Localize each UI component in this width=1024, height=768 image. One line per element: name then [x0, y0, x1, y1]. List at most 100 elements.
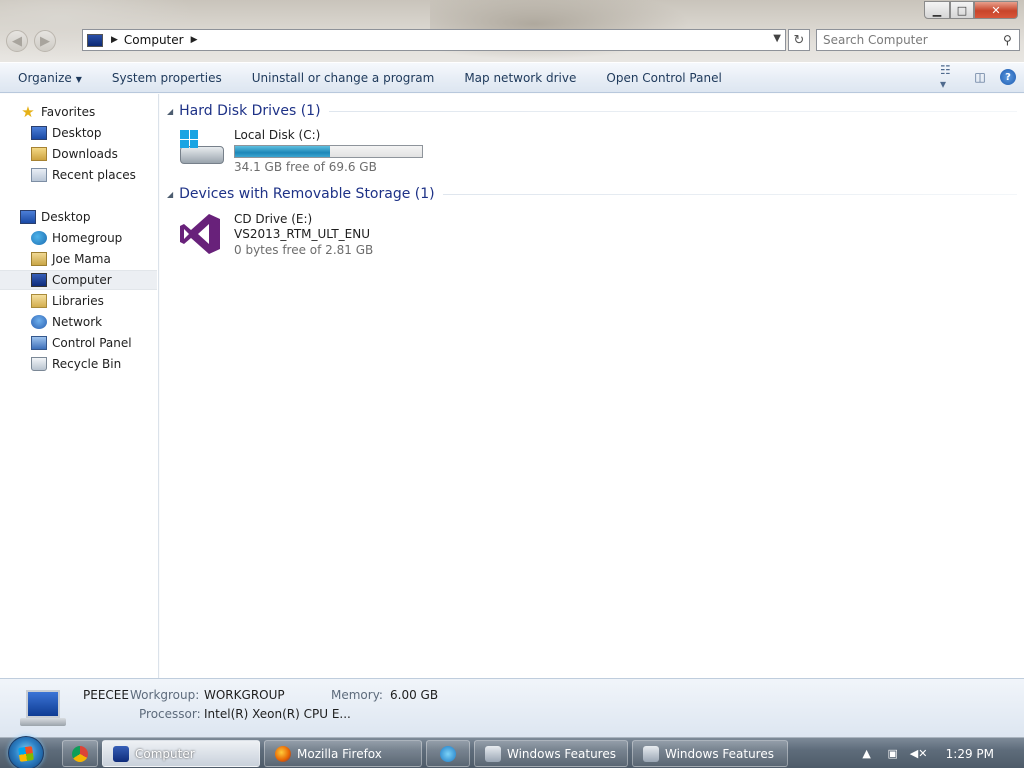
taskbar-item-label: Mozilla Firefox [297, 746, 382, 761]
change-view-icon[interactable]: ☷ ▾ [940, 63, 960, 91]
hard-drive-icon [178, 128, 226, 168]
window-titlebar: ▁ □ ✕ ◀ ▶ ▶ Computer ▶ ▼ ↻ ⚲ [0, 0, 1024, 62]
sidebar-item-label: Network [52, 315, 103, 329]
sidebar-item-label: Computer [52, 273, 112, 287]
sidebar-item-network[interactable]: Network [0, 312, 157, 332]
sidebar-item-user[interactable]: Joe Mama [0, 249, 157, 269]
drive-cd-e[interactable]: CD Drive (E:) VS2013_RTM_ULT_ENU 0 bytes… [178, 212, 373, 258]
open-control-panel-button[interactable]: Open Control Panel [606, 71, 721, 85]
close-button[interactable]: ✕ [974, 1, 1018, 19]
system-tray: ▲ ▣ ◀✕ 1:29 PM [854, 738, 1024, 768]
network-status-icon[interactable]: ▣ [885, 746, 901, 762]
refresh-icon: ↻ [793, 32, 805, 48]
organize-button[interactable]: Organize ▼ [18, 71, 82, 85]
sidebar-item-recent-places[interactable]: Recent places [0, 165, 157, 185]
taskbar-computer[interactable]: Computer [102, 740, 260, 767]
taskbar-item-label: Windows Features [507, 746, 616, 761]
sidebar-item-control-panel[interactable]: Control Panel [0, 333, 157, 353]
processor-value: Intel(R) Xeon(R) CPU E... [204, 707, 351, 721]
search-icon[interactable]: ⚲ [1003, 33, 1012, 47]
sidebar-item-label: Desktop [41, 210, 91, 224]
sidebar-item-desktop[interactable]: Desktop [0, 207, 157, 227]
control-panel-icon [31, 336, 47, 350]
search-input[interactable] [823, 33, 1003, 47]
group-divider [328, 110, 1017, 112]
star-icon: ★ [21, 103, 35, 121]
sidebar-item-libraries[interactable]: Libraries [0, 291, 157, 311]
memory-value: 6.00 GB [390, 688, 439, 702]
drive-local-disk-c[interactable]: Local Disk (C:) 34.1 GB free of 69.6 GB [178, 128, 423, 175]
preview-pane-icon[interactable]: ◫ [970, 68, 990, 86]
group-header-hard-disk-drives[interactable]: ◢ Hard Disk Drives (1) [167, 103, 1017, 119]
taskbar-item-label: Windows Features [665, 746, 774, 761]
window-controls: ▁ □ ✕ [924, 1, 1018, 19]
help-icon[interactable]: ? [1000, 69, 1016, 85]
computer-icon [87, 33, 103, 47]
volume-muted-icon[interactable]: ◀✕ [910, 746, 928, 762]
forward-button[interactable]: ▶ [34, 30, 56, 52]
map-network-drive-button[interactable]: Map network drive [464, 71, 576, 85]
forward-arrow-icon: ▶ [40, 33, 50, 49]
group-header-removable-storage[interactable]: ◢ Devices with Removable Storage (1) [167, 186, 1017, 202]
sidebar-item-homegroup[interactable]: Homegroup [0, 228, 157, 248]
computer-monitor-icon [20, 690, 66, 730]
refresh-button[interactable]: ↻ [788, 29, 810, 51]
drive-usage-bar [234, 145, 423, 158]
content-pane: ◢ Hard Disk Drives (1) Local Disk (C:) 3… [160, 94, 1024, 678]
group-title: Hard Disk Drives (1) [179, 103, 321, 119]
search-box[interactable]: ⚲ [816, 29, 1020, 51]
sidebar-item-recycle-bin[interactable]: Recycle Bin [0, 354, 157, 374]
collapse-triangle-icon[interactable]: ◢ [167, 107, 173, 116]
back-button[interactable]: ◀ [6, 30, 28, 52]
windows-features-icon [485, 745, 501, 762]
drive-free-space: 0 bytes free of 2.81 GB [234, 243, 374, 257]
libraries-icon [31, 294, 47, 308]
minimize-button[interactable]: ▁ [924, 1, 950, 19]
system-properties-button[interactable]: System properties [112, 71, 222, 85]
computer-icon [31, 273, 47, 287]
sidebar-item-label: Libraries [52, 294, 104, 308]
user-folder-icon [31, 252, 47, 266]
visual-studio-logo-icon [180, 214, 220, 254]
taskbar-windows-features-2[interactable]: Windows Features [632, 740, 788, 767]
view-controls: ☷ ▾ ◫ ? [940, 63, 1024, 91]
sidebar-item-favorites[interactable]: ★ Favorites [0, 102, 157, 122]
drive-usage-fill [235, 146, 331, 157]
taskbar-chrome[interactable] [62, 740, 98, 767]
uninstall-program-button[interactable]: Uninstall or change a program [252, 71, 435, 85]
sidebar-item-label: Favorites [41, 105, 96, 119]
sidebar-item-label: Homegroup [52, 231, 123, 245]
processor-label: Processor: [139, 707, 201, 721]
sidebar-item-downloads[interactable]: Downloads [0, 144, 157, 164]
windows-features-icon [643, 745, 659, 762]
internet-explorer-icon [440, 745, 456, 762]
computer-name: PEECEE [83, 688, 129, 702]
address-dropdown-icon[interactable]: ▼ [773, 33, 781, 44]
sidebar-item-computer[interactable]: Computer [0, 270, 157, 290]
collapse-triangle-icon[interactable]: ◢ [167, 190, 173, 199]
taskbar-firefox[interactable]: Mozilla Firefox [264, 740, 422, 767]
downloads-folder-icon [31, 147, 47, 161]
sidebar-item-label: Recycle Bin [52, 357, 122, 371]
breadcrumb-computer[interactable]: Computer [124, 33, 184, 47]
desktop-icon [31, 126, 47, 140]
details-pane: PEECEE Workgroup: WORKGROUP Memory: 6.00… [0, 678, 1024, 737]
breadcrumb-chevron-icon[interactable]: ▶ [191, 35, 198, 45]
firefox-icon [275, 745, 291, 762]
breadcrumb-separator-icon[interactable]: ▶ [111, 35, 118, 45]
drive-name: Local Disk (C:) [234, 128, 321, 142]
maximize-button[interactable]: □ [950, 1, 974, 19]
drive-free-space: 34.1 GB free of 69.6 GB [234, 160, 377, 174]
recent-places-icon [31, 168, 47, 182]
address-bar[interactable]: ▶ Computer ▶ ▼ [82, 29, 786, 51]
drive-info: CD Drive (E:) VS2013_RTM_ULT_ENU 0 bytes… [234, 212, 373, 258]
taskbar-windows-features-1[interactable]: Windows Features [474, 740, 628, 767]
clock[interactable]: 1:29 PM [946, 747, 994, 761]
taskbar-item-label: Computer [135, 746, 195, 761]
show-hidden-icons-icon[interactable]: ▲ [859, 746, 875, 762]
sidebar-item-label: Desktop [52, 126, 102, 140]
sidebar-item-desktop-fav[interactable]: Desktop [0, 123, 157, 143]
start-button[interactable] [8, 736, 44, 768]
taskbar-internet-explorer[interactable] [426, 740, 470, 767]
sidebar-item-label: Joe Mama [52, 252, 111, 266]
